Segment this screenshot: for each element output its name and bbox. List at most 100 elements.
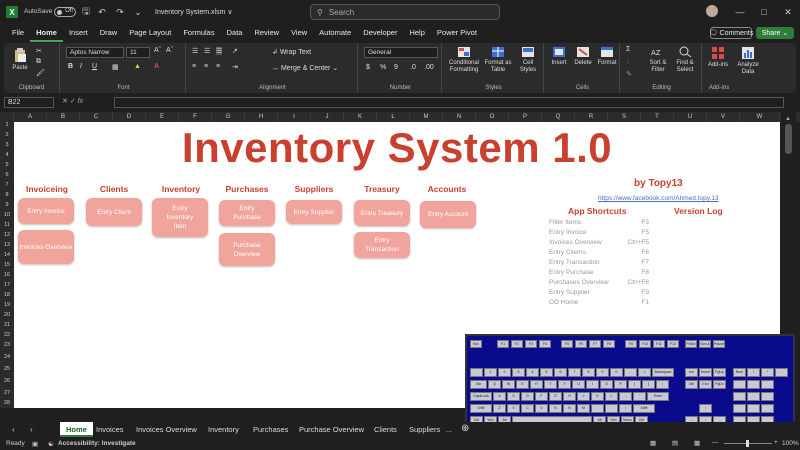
tab-purchase-overview[interactable]: Purchase Overview — [293, 422, 370, 437]
keyboard-key[interactable]: F12 — [667, 340, 679, 348]
column-header[interactable]: C — [80, 112, 113, 122]
bold-icon[interactable]: B — [68, 63, 73, 70]
row-header[interactable]: 8 — [0, 192, 14, 198]
format-painter-icon[interactable]: 🖌 — [36, 69, 45, 77]
cut-icon[interactable]: ✂ — [36, 47, 42, 55]
keyboard-key[interactable]: Ins — [685, 368, 698, 377]
keyboard-key[interactable]: 3 — [512, 368, 525, 377]
keyboard-key[interactable]: B — [549, 404, 562, 413]
menu-automate[interactable]: Automate — [313, 24, 357, 42]
clear-icon[interactable]: ✎ — [626, 70, 632, 78]
zoom-slider-thumb[interactable] — [746, 440, 749, 447]
tab-prev-icon[interactable]: ‹ — [12, 425, 15, 434]
addins-button[interactable]: Add-ins — [706, 46, 730, 69]
keyboard-key[interactable]: 8 — [582, 368, 595, 377]
page-layout-icon[interactable]: ▤ — [672, 439, 678, 447]
comments-button[interactable]: 🗨 Comments — [709, 27, 753, 39]
column-header[interactable]: F — [179, 112, 212, 122]
insert-cells-button[interactable]: Insert — [548, 46, 570, 67]
column-header[interactable]: M — [410, 112, 443, 122]
column-header[interactable]: I — [278, 112, 311, 122]
indent-icon[interactable]: ⇥ — [232, 63, 238, 71]
copy-icon[interactable]: ⧉ — [36, 58, 41, 66]
align-top-icon[interactable]: ☰ — [192, 47, 198, 55]
delete-cells-button[interactable]: Delete — [572, 46, 594, 67]
comma-icon[interactable]: 9 — [394, 64, 398, 71]
align-center-icon[interactable]: ≡ — [204, 63, 208, 70]
keyboard-key[interactable]: ScrLk — [699, 340, 711, 348]
keyboard-key[interactable]: F10 — [639, 340, 651, 348]
keyboard-key[interactable] — [761, 392, 774, 401]
save-icon[interactable]: 🖫 — [80, 6, 92, 18]
column-header[interactable]: P — [509, 112, 542, 122]
autosum-icon[interactable]: Σ — [626, 46, 630, 53]
align-bottom-icon[interactable]: ☰ — [216, 47, 223, 55]
row-header[interactable]: 25 — [0, 366, 14, 372]
purchase-overview-button[interactable]: Purchase Overview — [219, 233, 275, 266]
keyboard-key[interactable] — [747, 404, 760, 413]
row-header[interactable]: 21 — [0, 322, 14, 328]
maximize-icon[interactable]: □ — [758, 6, 770, 18]
row-header[interactable]: 18 — [0, 292, 14, 298]
keyboard-key[interactable]: Num — [733, 368, 746, 377]
zoom-level[interactable]: 100% — [782, 440, 799, 447]
menu-view[interactable]: View — [285, 24, 313, 42]
keyboard-key[interactable]: 6 — [554, 368, 567, 377]
zoom-in-icon[interactable]: + — [774, 439, 778, 446]
keyboard-key[interactable]: F11 — [653, 340, 665, 348]
minimize-icon[interactable]: — — [734, 6, 746, 18]
column-header[interactable]: V — [707, 112, 740, 122]
entry-treasury-button[interactable]: Entry Treasury — [354, 200, 410, 226]
row-header[interactable]: 16 — [0, 272, 14, 278]
align-middle-icon[interactable]: ☰ — [204, 47, 210, 55]
share-button[interactable]: Share ⌄ — [756, 27, 794, 39]
row-header[interactable]: 22 — [0, 332, 14, 338]
keyboard-key[interactable]: PrtScr — [685, 340, 697, 348]
underline-icon[interactable]: U — [92, 63, 97, 70]
keyboard-key[interactable]: * — [761, 368, 774, 377]
row-header[interactable]: 10 — [0, 212, 14, 218]
column-header[interactable]: A — [14, 112, 47, 122]
accessibility-icon[interactable]: ☯ — [48, 440, 54, 448]
zoom-slider[interactable] — [724, 440, 772, 447]
conditional-formatting-button[interactable]: Conditional Formatting — [446, 46, 482, 74]
keyboard-key[interactable]: Home — [699, 368, 712, 377]
decrease-decimal-icon[interactable]: .00 — [424, 64, 434, 71]
menu-home[interactable]: Home — [30, 24, 63, 42]
undo-icon[interactable]: ↶ — [96, 6, 108, 18]
row-header[interactable]: 14 — [0, 252, 14, 258]
keyboard-key[interactable]: W — [502, 380, 515, 389]
column-header[interactable]: K — [344, 112, 377, 122]
keyboard-key[interactable]: , — [591, 404, 604, 413]
keyboard-key[interactable]: 0 — [610, 368, 623, 377]
row-header[interactable]: 24 — [0, 354, 14, 360]
macro-record-icon[interactable]: ▣ — [32, 440, 38, 448]
entry-purchase-button[interactable]: Entry Purchase — [219, 200, 275, 226]
keyboard-key[interactable]: F9 — [625, 340, 637, 348]
cancel-icon[interactable]: ✕ — [62, 98, 68, 105]
row-header[interactable]: 15 — [0, 262, 14, 268]
confirm-icon[interactable]: ✓ — [70, 98, 76, 105]
keyboard-key[interactable]: F6 — [575, 340, 587, 348]
align-left-icon[interactable]: ≡ — [192, 63, 196, 70]
keyboard-key[interactable]: F2 — [511, 340, 523, 348]
scroll-up-icon[interactable]: ▲ — [785, 116, 791, 122]
fx-icon[interactable]: fx — [78, 98, 83, 105]
orientation-icon[interactable]: ↗ — [232, 47, 238, 55]
keyboard-key[interactable]: F1 — [497, 340, 509, 348]
column-header[interactable]: O — [476, 112, 509, 122]
keyboard-key[interactable]: / — [619, 404, 632, 413]
keyboard-key[interactable]: Y — [558, 380, 571, 389]
keyboard-key[interactable]: T — [544, 380, 557, 389]
keyboard-key[interactable]: Q — [488, 380, 501, 389]
tab-next-icon[interactable]: › — [30, 425, 33, 434]
keyboard-key[interactable]: ] — [642, 380, 655, 389]
column-header[interactable]: D — [113, 112, 146, 122]
format-cells-button[interactable]: Format — [596, 46, 618, 67]
row-header[interactable]: 20 — [0, 312, 14, 318]
row-header[interactable]: 7 — [0, 182, 14, 188]
paste-button[interactable]: Paste — [10, 47, 30, 72]
keyboard-key[interactable]: F8 — [603, 340, 615, 348]
accessibility-status[interactable]: Accessibility: Investigate — [58, 440, 136, 447]
analyze-data-button[interactable]: Analyze Data — [734, 46, 762, 76]
